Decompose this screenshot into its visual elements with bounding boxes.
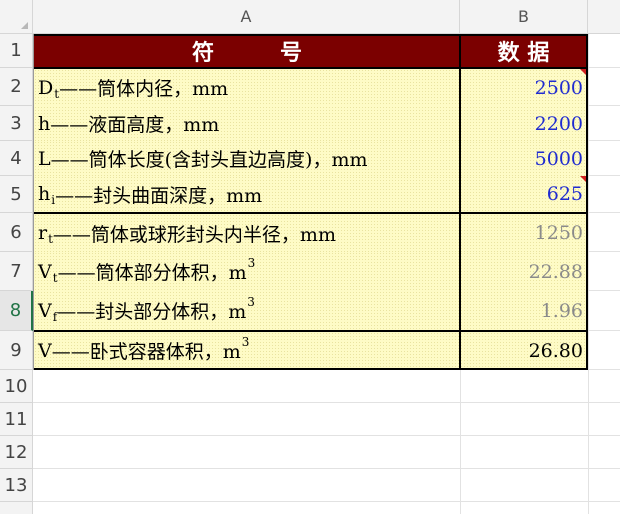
gridline xyxy=(588,251,620,252)
column-header-a[interactable]: A xyxy=(33,0,460,34)
cell-a7[interactable]: Vt ——筒体部分体积，m 3 xyxy=(34,252,460,291)
cell-b6[interactable]: 1250 xyxy=(460,214,587,252)
row-header-9[interactable]: 9 xyxy=(0,331,33,370)
border-section xyxy=(33,212,588,214)
gridline xyxy=(33,402,620,403)
subscript: i xyxy=(51,193,56,207)
row-header-8[interactable]: 8 xyxy=(0,291,33,331)
superscript: 3 xyxy=(247,294,255,309)
symbol: r xyxy=(38,222,48,244)
border-column-divider xyxy=(459,34,461,370)
cell-b9[interactable]: 26.80 xyxy=(460,332,587,369)
gridline xyxy=(588,175,620,176)
cell-b3[interactable]: 2200 xyxy=(460,106,587,141)
cell-a1-symbol-header[interactable]: 符 号 xyxy=(34,35,460,67)
cell-b4[interactable]: 5000 xyxy=(460,141,587,176)
row-header-4[interactable]: 4 xyxy=(0,141,33,176)
description: ——筒体部分体积，m xyxy=(57,262,247,284)
cell-b7[interactable]: 22.88 xyxy=(460,252,587,291)
gridline xyxy=(588,67,620,68)
cell-a2[interactable]: Dt ——筒体内径，mm xyxy=(34,69,460,106)
border-left xyxy=(33,34,34,370)
comment-marker-icon[interactable] xyxy=(580,176,586,182)
superscript: 3 xyxy=(247,255,256,270)
column-header-b[interactable]: B xyxy=(460,0,588,34)
cell-a6[interactable]: r t ——筒体或球形封头内半径，mm xyxy=(34,214,460,252)
description: ——筒体长度(含封头直边高度)，mm xyxy=(50,149,368,171)
description: ——筒体内径，mm xyxy=(59,78,229,100)
symbol: h xyxy=(38,112,51,135)
row-header-10[interactable]: 10 xyxy=(0,370,33,403)
gridline xyxy=(33,501,620,502)
row-header-7[interactable]: 7 xyxy=(0,252,33,291)
description: ——筒体或球形封头内半径，mm xyxy=(52,223,336,246)
cell-a9[interactable]: V ——卧式容器体积，m 3 xyxy=(34,332,460,369)
cell-b5[interactable]: 625 xyxy=(460,176,587,212)
cell-a8[interactable]: Vf ——封头部分体积，m 3 xyxy=(34,291,460,330)
border-top xyxy=(33,34,588,36)
gridline xyxy=(33,468,620,469)
subscript: t xyxy=(54,86,60,101)
border-right xyxy=(586,34,588,370)
row-header-11[interactable]: 11 xyxy=(0,403,33,436)
symbol: h xyxy=(38,183,51,205)
subscript: t xyxy=(52,270,58,285)
corner-triangle-icon xyxy=(21,22,28,29)
symbol: L xyxy=(38,147,51,170)
row-header-13[interactable]: 13 xyxy=(0,469,33,502)
superscript: 3 xyxy=(241,334,250,349)
gridline xyxy=(588,140,620,141)
row-header-5[interactable]: 5 xyxy=(0,176,33,213)
symbol: V xyxy=(38,299,52,322)
gridline xyxy=(588,369,620,370)
row-header-6[interactable]: 6 xyxy=(0,213,33,252)
symbol: V xyxy=(38,339,52,362)
border-header-bottom xyxy=(33,67,588,69)
gridline xyxy=(588,105,620,106)
cell-b1-value-header[interactable]: 数 据 xyxy=(460,35,587,67)
gridline xyxy=(588,34,589,514)
gridline xyxy=(588,330,620,331)
description: ——封头曲面深度，mm xyxy=(55,184,263,207)
subscript: t xyxy=(48,232,53,246)
row-header-3[interactable]: 3 xyxy=(0,106,33,141)
row-header-12[interactable]: 12 xyxy=(0,436,33,469)
select-all-corner[interactable] xyxy=(0,0,33,34)
comment-marker-icon[interactable] xyxy=(580,69,586,75)
subscript: f xyxy=(52,309,58,324)
description: ——液面高度，mm xyxy=(50,114,220,136)
description: ——卧式容器体积，m xyxy=(51,341,241,363)
column-header-c[interactable] xyxy=(588,0,620,34)
border-bottom xyxy=(33,368,588,370)
gridline xyxy=(588,290,620,291)
border-section xyxy=(33,330,588,332)
row-header-1[interactable]: 1 xyxy=(0,34,33,68)
gridline xyxy=(588,212,620,213)
cell-b8[interactable]: 1.96 xyxy=(460,291,587,330)
description: ——封头部分体积，m xyxy=(57,301,247,323)
cell-a3[interactable]: h ——液面高度，mm xyxy=(34,106,460,141)
cell-a5[interactable]: h i ——封头曲面深度，mm xyxy=(34,176,460,212)
symbol: V xyxy=(38,260,52,283)
cell-b2[interactable]: 2500 xyxy=(460,69,587,106)
row-header-14[interactable] xyxy=(0,502,33,514)
cell-a4[interactable]: L ——筒体长度(含封头直边高度)，mm xyxy=(34,141,460,176)
gridline xyxy=(33,435,620,436)
symbol: D xyxy=(38,76,54,99)
row-header-2[interactable]: 2 xyxy=(0,68,33,106)
